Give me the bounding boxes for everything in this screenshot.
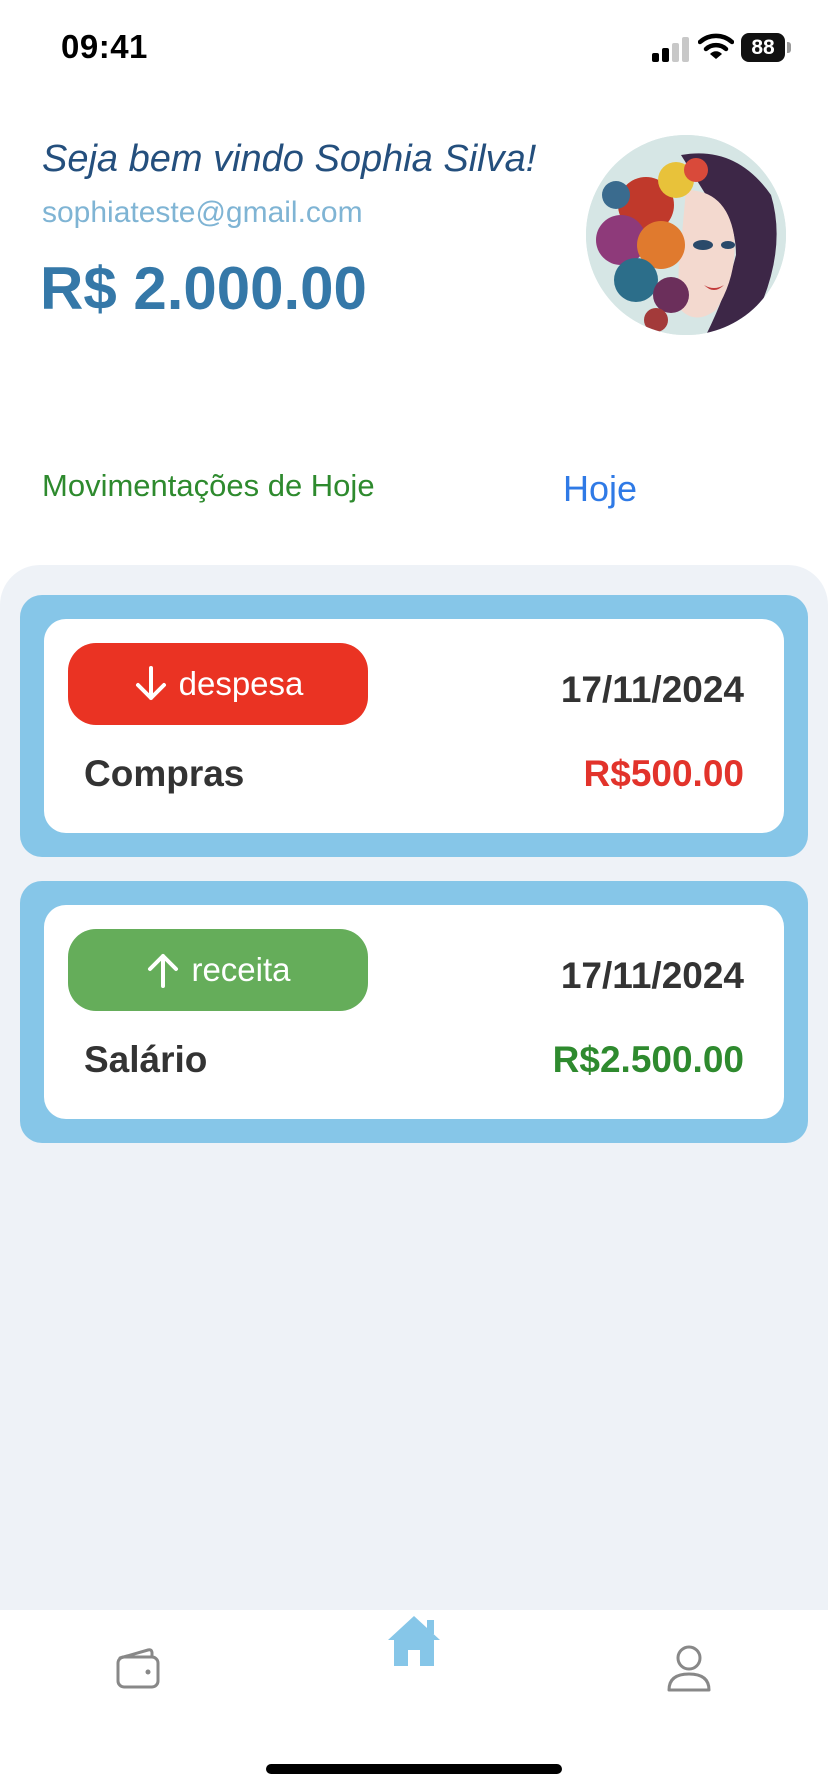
home-indicator[interactable] (266, 1764, 562, 1774)
badge-label: receita (191, 951, 291, 988)
cellular-signal-icon (652, 36, 690, 62)
section-title: Movimentações de Hoje (42, 468, 375, 503)
transaction-amount: R$500.00 (583, 753, 744, 794)
status-bar: 09:41 88 (0, 0, 828, 100)
nav-home[interactable] (384, 1612, 444, 1668)
battery-icon: 88 (741, 33, 791, 62)
wifi-icon (697, 32, 735, 62)
user-icon (667, 1645, 711, 1692)
avatar[interactable] (586, 135, 786, 335)
nav-profile[interactable] (666, 1644, 712, 1692)
transaction-card-body: despesa 17/11/2024 Compras R$500.00 (44, 619, 784, 833)
transaction-list: despesa 17/11/2024 Compras R$500.00 rece… (0, 565, 828, 1610)
battery-level: 88 (741, 33, 785, 62)
transaction-title: Compras (84, 753, 245, 794)
income-badge: receita (68, 929, 368, 1011)
transaction-card[interactable]: despesa 17/11/2024 Compras R$500.00 (20, 595, 808, 857)
home-icon (388, 1616, 440, 1666)
transaction-amount: R$2.500.00 (552, 1039, 744, 1080)
greeting-text: Seja bem vindo Sophia Silva! (42, 138, 537, 180)
status-time: 09:41 (61, 28, 148, 65)
profile-portrait-icon (586, 135, 786, 335)
transaction-card[interactable]: receita 17/11/2024 Salário R$2.500.00 (20, 881, 808, 1143)
arrow-up-icon (148, 954, 179, 988)
badge-label: despesa (178, 665, 304, 702)
arrow-down-icon (135, 666, 166, 700)
expense-badge: despesa (68, 643, 368, 725)
transaction-date: 17/11/2024 (560, 669, 744, 710)
transaction-card-body: receita 17/11/2024 Salário R$2.500.00 (44, 905, 784, 1119)
transaction-title: Salário (84, 1039, 208, 1080)
wallet-icon (116, 1648, 160, 1689)
user-email: sophiateste@gmail.com (42, 196, 363, 229)
transaction-date: 17/11/2024 (560, 955, 744, 996)
nav-wallet[interactable] (114, 1646, 162, 1690)
balance-amount: R$ 2.000.00 (40, 255, 367, 322)
date-filter-link[interactable]: Hoje (563, 468, 637, 510)
